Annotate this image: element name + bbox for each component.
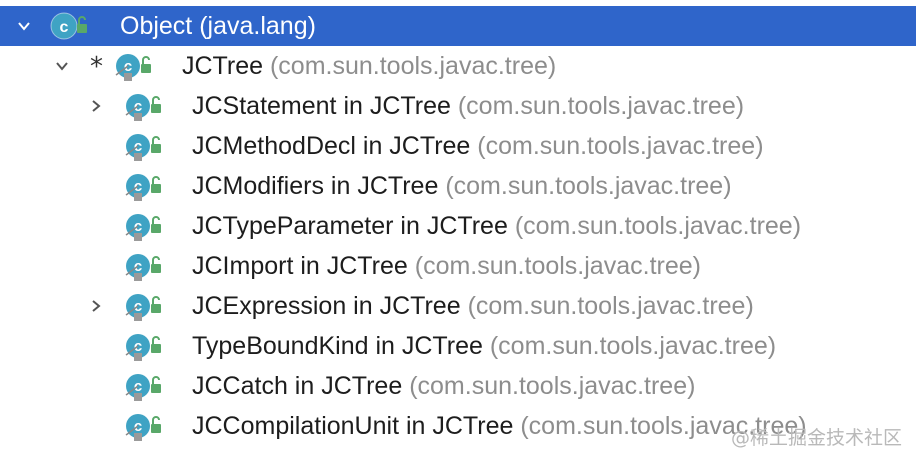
- tree-row-label: JCTree (com.sun.tools.javac.tree): [182, 50, 556, 82]
- package-name: (com.sun.tools.javac.tree): [409, 372, 696, 400]
- tree-row-label: Object (java.lang): [120, 10, 316, 42]
- class-icon: c: [122, 169, 162, 203]
- class-icon: c: [122, 329, 162, 363]
- class-name: JCMethodDecl in JCTree: [192, 132, 471, 160]
- package-name: (com.sun.tools.javac.tree): [467, 292, 754, 320]
- tree-row-child[interactable]: c JCTypeParameter in JCTree (com.sun.tool…: [0, 206, 916, 246]
- tree-row-child[interactable]: c JCCatch in JCTree (com.sun.tools.javac.…: [0, 366, 916, 406]
- tree-row-object[interactable]: c Object (java.lang): [0, 6, 916, 46]
- package-name: (com.sun.tools.javac.tree): [514, 212, 802, 240]
- class-name: Object: [120, 12, 193, 40]
- tree-row-label: JCMethodDecl in JCTree (com.sun.tools.ja…: [192, 130, 764, 162]
- class-name: JCExpression in JCTree: [192, 292, 461, 320]
- tree-row-child[interactable]: c JCMethodDecl in JCTree (com.sun.tools.j…: [0, 126, 916, 166]
- package-name: (com.sun.tools.javac.tree): [477, 132, 764, 160]
- package-name: (com.sun.tools.javac.tree): [489, 332, 777, 360]
- package-name: (com.sun.tools.javac.tree): [445, 172, 732, 200]
- class-name: JCTree: [182, 52, 264, 80]
- class-name: TypeBoundKind in JCTree: [192, 332, 483, 360]
- tree-row-child[interactable]: c JCStatement in JCTree (com.sun.tools.ja…: [0, 86, 916, 126]
- chevron-right-icon[interactable]: [88, 298, 104, 314]
- class-icon: c: [122, 209, 162, 243]
- class-name: JCStatement in JCTree: [192, 92, 451, 120]
- tree-row-label: JCExpression in JCTree (com.sun.tools.ja…: [192, 290, 754, 322]
- tree-row-jctree[interactable]: * c JCTree (com.sun.tools.javac.tree): [0, 46, 916, 86]
- tree-row-label: JCImport in JCTree (com.sun.tools.javac.…: [192, 250, 701, 282]
- tree-row-label: TypeBoundKind in JCTree (com.sun.tools.j…: [192, 330, 776, 362]
- package-name: (com.sun.tools.javac.tree): [414, 252, 701, 280]
- tree-row-label: JCCatch in JCTree (com.sun.tools.javac.t…: [192, 370, 695, 402]
- tree-row-label: JCCompilationUnit in JCTree (com.sun.too…: [192, 410, 807, 442]
- class-name: JCCatch in JCTree: [192, 372, 403, 400]
- tree-row-child[interactable]: c TypeBoundKind in JCTree (com.sun.tools.…: [0, 326, 916, 366]
- class-icon: c: [122, 409, 162, 443]
- tree-row-label: JCStatement in JCTree (com.sun.tools.jav…: [192, 90, 744, 122]
- package-name: (com.sun.tools.javac.tree): [269, 52, 557, 80]
- tree-row-child[interactable]: c JCImport in JCTree (com.sun.tools.javac…: [0, 246, 916, 286]
- tree-row-child[interactable]: c JCModifiers in JCTree (com.sun.tools.ja…: [0, 166, 916, 206]
- class-icon: c: [122, 89, 162, 123]
- svg-text:c: c: [60, 19, 69, 36]
- package-name: (com.sun.tools.javac.tree): [457, 92, 745, 120]
- class-icon: c: [112, 49, 152, 83]
- class-name: JCTypeParameter in JCTree: [192, 212, 508, 240]
- chevron-down-icon[interactable]: [54, 58, 70, 74]
- chevron-down-icon[interactable]: [16, 18, 32, 34]
- tree-row-child[interactable]: c JCExpression in JCTree (com.sun.tools.j…: [0, 286, 916, 326]
- class-name: JCImport in JCTree: [192, 252, 408, 280]
- tree-row-label: JCModifiers in JCTree (com.sun.tools.jav…: [192, 170, 732, 202]
- class-name: JCModifiers in JCTree: [192, 172, 439, 200]
- package-name: (java.lang): [199, 12, 316, 40]
- class-icon: c: [122, 369, 162, 403]
- chevron-right-icon[interactable]: [88, 98, 104, 114]
- tree-row-label: JCTypeParameter in JCTree (com.sun.tools…: [192, 210, 801, 242]
- class-icon: c: [122, 289, 162, 323]
- watermark: @稀土掘金技术社区: [730, 427, 902, 449]
- class-icon: c: [122, 129, 162, 163]
- type-hierarchy-tree: c Object (java.lang) * c JCTree (com.sun…: [0, 0, 916, 464]
- class-name: JCCompilationUnit in JCTree: [192, 412, 514, 440]
- class-icon: c: [48, 9, 88, 43]
- marker-star: *: [90, 52, 103, 82]
- class-icon: c: [122, 249, 162, 283]
